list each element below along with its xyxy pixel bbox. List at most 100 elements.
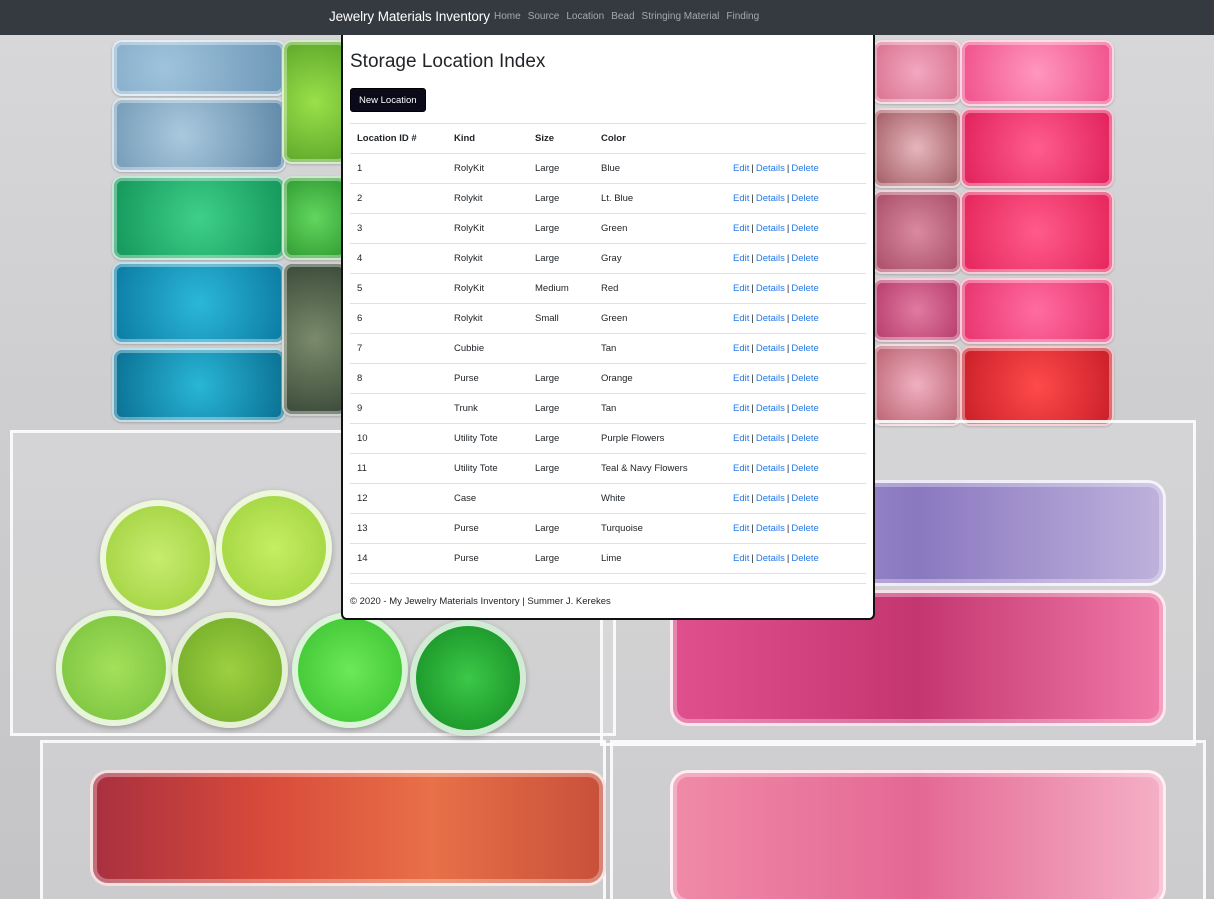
navbar-brand[interactable]: Jewelry Materials Inventory: [329, 9, 490, 24]
color-cell: Blue: [594, 153, 726, 184]
delete-link[interactable]: Delete: [791, 193, 818, 204]
delete-link[interactable]: Delete: [791, 343, 818, 354]
color-cell: Teal & Navy Flowers: [594, 453, 726, 484]
nav-item-location[interactable]: Location: [566, 11, 604, 22]
details-link[interactable]: Details: [756, 163, 785, 174]
main-content-panel: Storage Location Index New Location Loca…: [341, 33, 875, 620]
bead-jar: [172, 612, 288, 728]
edit-link[interactable]: Edit: [733, 523, 749, 534]
kind-cell: Utility Tote: [447, 423, 528, 454]
delete-link[interactable]: Delete: [791, 283, 818, 294]
edit-link[interactable]: Edit: [733, 283, 749, 294]
edit-link[interactable]: Edit: [733, 313, 749, 324]
size-cell: Large: [528, 243, 594, 274]
size-cell: Large: [528, 363, 594, 394]
details-link[interactable]: Details: [756, 403, 785, 414]
kind-cell: RolyKit: [447, 273, 528, 304]
kind-cell: RolyKit: [447, 153, 528, 184]
color-cell: Turquoise: [594, 513, 726, 544]
color-cell: Gray: [594, 243, 726, 274]
kind-cell: Rolykit: [447, 303, 528, 334]
bead-roll: [872, 344, 962, 426]
details-link[interactable]: Details: [756, 373, 785, 384]
bead-roll: [960, 278, 1114, 344]
delete-link[interactable]: Delete: [791, 463, 818, 474]
details-link[interactable]: Details: [756, 223, 785, 234]
table-row: 13 Purse Large Turquoise Edit | Details | Delete: [350, 513, 866, 544]
details-link[interactable]: Details: [756, 493, 785, 504]
delete-link[interactable]: Delete: [791, 553, 818, 564]
edit-link[interactable]: Edit: [733, 403, 749, 414]
bead-roll: [112, 98, 286, 172]
footer-text: © 2020 - My Jewelry Materials Inventory …: [350, 596, 611, 607]
details-link[interactable]: Details: [756, 193, 785, 204]
edit-link[interactable]: Edit: [733, 223, 749, 234]
edit-link[interactable]: Edit: [733, 253, 749, 264]
details-link[interactable]: Details: [756, 343, 785, 354]
bead-roll: [960, 108, 1114, 188]
bead-roll: [960, 346, 1114, 426]
edit-link[interactable]: Edit: [733, 193, 749, 204]
table-row: 12 Case White Edit | Details | Delete: [350, 483, 866, 514]
details-link[interactable]: Details: [756, 253, 785, 264]
location-id-cell: 10: [350, 423, 447, 454]
details-link[interactable]: Details: [756, 463, 785, 474]
table-row: 7 Cubbie Tan Edit | Details | Delete: [350, 333, 866, 364]
bead-roll: [282, 176, 348, 260]
delete-link[interactable]: Delete: [791, 493, 818, 504]
details-link[interactable]: Details: [756, 433, 785, 444]
delete-link[interactable]: Delete: [791, 403, 818, 414]
edit-link[interactable]: Edit: [733, 343, 749, 354]
row-actions: Edit | Details | Delete: [726, 273, 866, 304]
details-link[interactable]: Details: [756, 553, 785, 564]
delete-link[interactable]: Delete: [791, 433, 818, 444]
table-row: 2 Rolykit Large Lt. Blue Edit | Details | Delete: [350, 183, 866, 214]
column-header-size: Size: [528, 123, 594, 154]
edit-link[interactable]: Edit: [733, 553, 749, 564]
edit-link[interactable]: Edit: [733, 463, 749, 474]
location-id-cell: 6: [350, 303, 447, 334]
location-id-cell: 2: [350, 183, 447, 214]
nav-item-source[interactable]: Source: [528, 11, 560, 22]
delete-link[interactable]: Delete: [791, 523, 818, 534]
table-row: 1 RolyKit Large Blue Edit | Details | Delete: [350, 153, 866, 184]
delete-link[interactable]: Delete: [791, 223, 818, 234]
nav-item-stringing-material[interactable]: Stringing Material: [642, 11, 720, 22]
kind-cell: Purse: [447, 513, 528, 544]
kind-cell: Utility Tote: [447, 453, 528, 484]
delete-link[interactable]: Delete: [791, 253, 818, 264]
delete-link[interactable]: Delete: [791, 163, 818, 174]
row-actions: Edit | Details | Delete: [726, 333, 866, 364]
kind-cell: RolyKit: [447, 213, 528, 244]
edit-link[interactable]: Edit: [733, 373, 749, 384]
color-cell: Red: [594, 273, 726, 304]
size-cell: Large: [528, 543, 594, 574]
bead-roll: [960, 190, 1114, 274]
bead-roll: [872, 278, 962, 342]
edit-link[interactable]: Edit: [733, 493, 749, 504]
table-row: 3 RolyKit Large Green Edit | Details | Delete: [350, 213, 866, 244]
nav-item-bead[interactable]: Bead: [611, 11, 634, 22]
edit-link[interactable]: Edit: [733, 433, 749, 444]
row-actions: Edit | Details | Delete: [726, 453, 866, 484]
delete-link[interactable]: Delete: [791, 313, 818, 324]
bead-jar: [100, 500, 216, 616]
size-cell: [528, 333, 594, 364]
bead-roll-row: [670, 770, 1166, 899]
bead-roll: [872, 108, 962, 188]
new-location-button[interactable]: New Location: [350, 88, 426, 112]
details-link[interactable]: Details: [756, 283, 785, 294]
nav-item-finding[interactable]: Finding: [726, 11, 759, 22]
row-actions: Edit | Details | Delete: [726, 183, 866, 214]
kind-cell: Rolykit: [447, 183, 528, 214]
footer-divider: [350, 583, 866, 584]
row-actions: Edit | Details | Delete: [726, 153, 866, 184]
size-cell: Large: [528, 423, 594, 454]
bead-jar: [410, 620, 526, 736]
nav-item-home[interactable]: Home: [494, 11, 521, 22]
details-link[interactable]: Details: [756, 313, 785, 324]
delete-link[interactable]: Delete: [791, 373, 818, 384]
bead-jar: [216, 490, 332, 606]
edit-link[interactable]: Edit: [733, 163, 749, 174]
details-link[interactable]: Details: [756, 523, 785, 534]
